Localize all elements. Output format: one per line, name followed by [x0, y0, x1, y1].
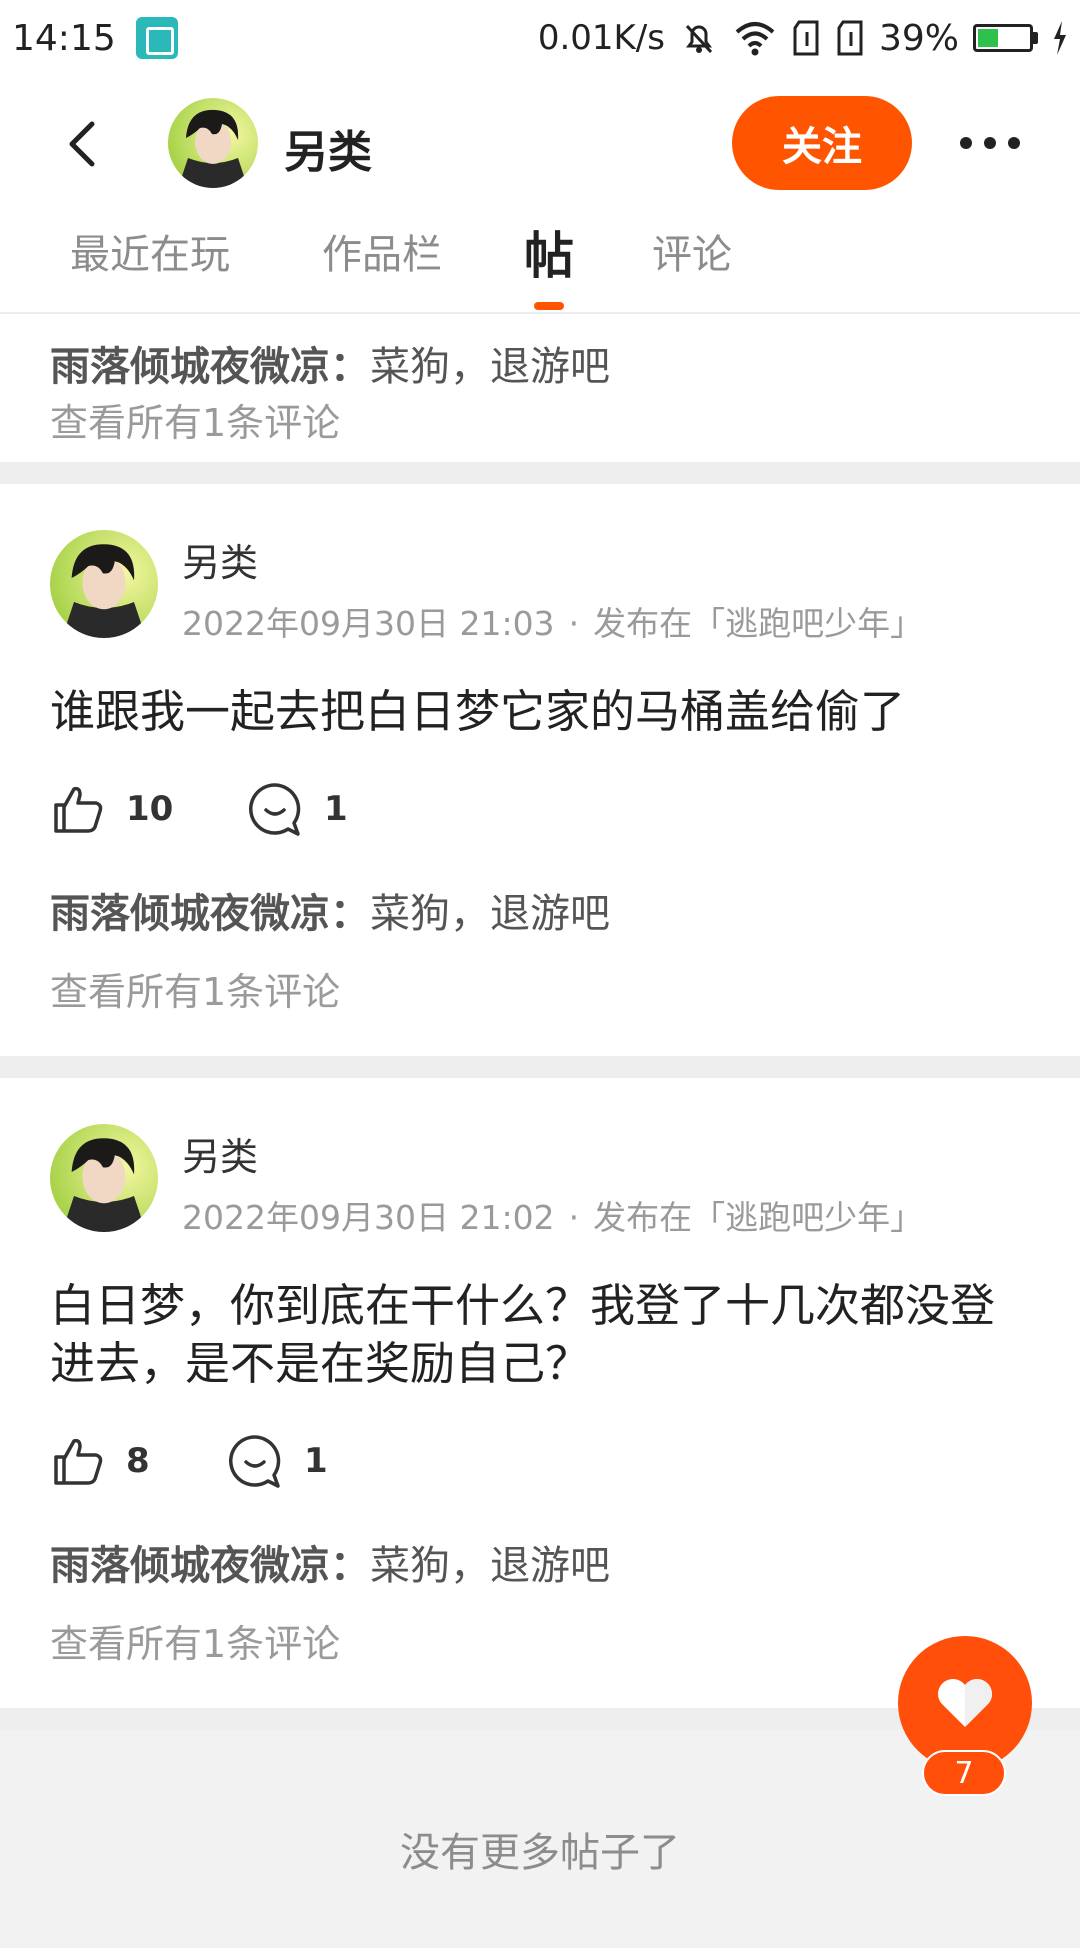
comment-icon	[249, 783, 301, 836]
post-forum[interactable]: 发布在「逃跑吧少年」	[593, 604, 923, 643]
avatar[interactable]	[168, 98, 258, 188]
comment-count: 1	[304, 1441, 328, 1481]
battery-icon	[973, 24, 1038, 52]
like-count: 8	[126, 1441, 150, 1481]
comment-count: 1	[324, 789, 348, 829]
reply-text: 菜狗，退游吧	[370, 344, 610, 390]
reply-preview[interactable]: 雨落倾城夜微凉：菜狗，退游吧	[50, 881, 1030, 939]
chevron-left-icon	[69, 121, 95, 167]
tab-posts[interactable]: 帖	[524, 216, 574, 288]
post-author[interactable]: 另类	[182, 1126, 923, 1181]
bell-off-icon	[679, 18, 719, 58]
reply-author: 雨落倾城夜微凉	[50, 891, 330, 937]
more-icon[interactable]	[960, 128, 1030, 158]
sim1-icon	[791, 18, 821, 58]
follow-button[interactable]: 关注	[732, 96, 912, 190]
reply-preview[interactable]: 雨落倾城夜微凉：菜狗，退游吧	[50, 1533, 1030, 1591]
profile-tabs: 最近在玩 作品栏 帖 评论	[0, 212, 1080, 314]
post-time: 2022年09月30日 21:02	[182, 1198, 555, 1237]
reply-preview[interactable]: 雨落倾城夜微凉：菜狗，退游吧	[50, 334, 610, 392]
view-all-comments-link[interactable]: 查看所有1条评论	[50, 1613, 1030, 1708]
like-button[interactable]: 8	[50, 1433, 226, 1489]
tab-recent-played[interactable]: 最近在玩	[70, 222, 230, 280]
post-time: 2022年09月30日 21:03	[182, 604, 555, 643]
tab-works[interactable]: 作品栏	[322, 222, 442, 280]
status-bar: 14:15 0.01K/s 39%	[0, 0, 1080, 76]
view-all-comments-link[interactable]: 查看所有1条评论	[50, 961, 1030, 1056]
reply-author: 雨落倾城夜微凉	[50, 1543, 330, 1589]
wifi-icon	[733, 18, 777, 58]
avatar[interactable]	[50, 530, 158, 638]
post-author[interactable]: 另类	[182, 532, 923, 587]
tab-comments[interactable]: 评论	[652, 222, 732, 280]
screenshot-icon	[135, 17, 178, 59]
like-count: 10	[126, 789, 174, 829]
post-forum[interactable]: 发布在「逃跑吧少年」	[593, 1198, 923, 1237]
divider	[0, 1056, 1080, 1078]
back-button[interactable]	[58, 116, 114, 172]
feed-footer: 没有更多帖子了	[0, 1730, 1080, 1948]
view-all-comments-link[interactable]: 查看所有1条评论	[50, 392, 340, 462]
thumbs-up-icon	[54, 786, 103, 833]
post-content[interactable]: 谁跟我一起去把白日梦它家的马桶盖给偷了	[50, 683, 1030, 741]
no-more-posts-text: 没有更多帖子了	[400, 1830, 680, 1876]
sim2-icon	[835, 18, 865, 58]
post-card[interactable]: 另类 2022年09月30日 21:03 · 发布在「逃跑吧少年」 谁跟我一起去把白…	[0, 484, 1080, 1056]
fab-count-badge: 7	[922, 1750, 1006, 1796]
avatar[interactable]	[50, 1124, 158, 1232]
comment-button[interactable]: 1	[226, 1432, 328, 1490]
charging-icon	[1052, 21, 1068, 55]
heart-icon	[938, 1679, 992, 1727]
comment-icon	[229, 1435, 281, 1488]
battery-percent: 39%	[878, 17, 959, 59]
reply-text: 菜狗，退游吧	[370, 1543, 610, 1589]
network-speed: 0.01K/s	[537, 18, 665, 58]
divider	[0, 462, 1080, 484]
post-content[interactable]: 白日梦，你到底在干什么？我登了十几次都没登进去，是不是在奖励自己？	[50, 1277, 1030, 1393]
post-card[interactable]: 另类 2022年09月30日 21:02 · 发布在「逃跑吧少年」 白日梦，你到底在…	[0, 1078, 1080, 1708]
tab-indicator	[534, 302, 564, 310]
profile-name: 另类	[284, 127, 372, 178]
reply-author: 雨落倾城夜微凉	[50, 344, 330, 390]
thumbs-up-icon	[54, 1438, 103, 1485]
post-card-partial: 雨落倾城夜微凉：菜狗，退游吧 查看所有1条评论	[0, 314, 1080, 462]
like-button[interactable]: 10	[50, 781, 246, 837]
status-time: 14:15	[12, 17, 116, 59]
comment-button[interactable]: 1	[246, 780, 348, 838]
reply-text: 菜狗，退游吧	[370, 891, 610, 937]
profile-header: 另类 关注	[0, 76, 1080, 212]
